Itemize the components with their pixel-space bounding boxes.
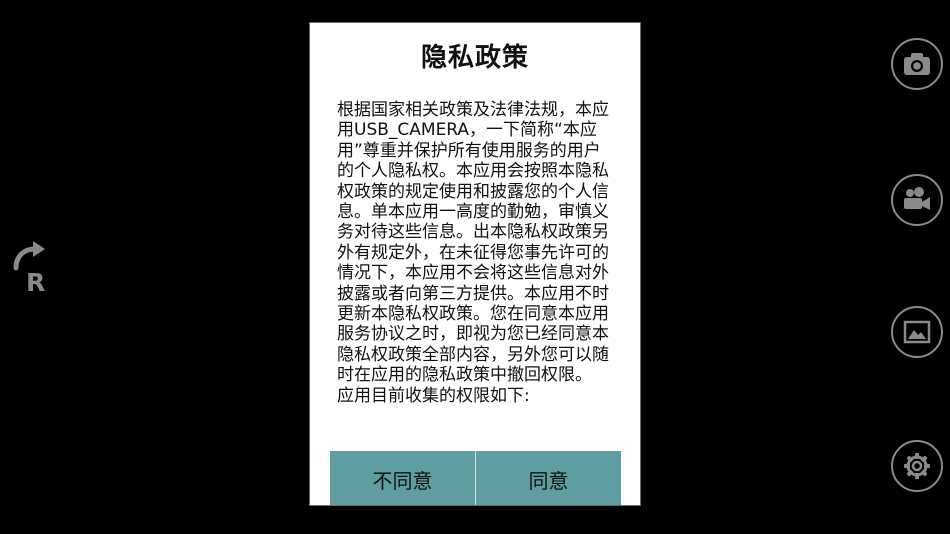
rotate-icon: R xyxy=(13,241,45,296)
camera-icon xyxy=(904,53,930,75)
rotate-letter: R xyxy=(26,268,45,296)
settings-button[interactable] xyxy=(891,440,943,492)
rotate-button[interactable]: R xyxy=(6,240,54,296)
gallery-button[interactable] xyxy=(891,306,943,358)
privacy-policy-dialog: 隐私政策 根据国家相关政策及法律法规，本应用USB_CAMERA，一下简称“本应… xyxy=(309,22,641,506)
dialog-buttons: 不同意 同意 xyxy=(330,451,621,505)
policy-text: 根据国家相关政策及法律法规，本应用USB_CAMERA，一下简称“本应用”尊重并… xyxy=(337,100,609,406)
gallery-icon xyxy=(903,320,931,344)
right-toolbar xyxy=(891,38,945,498)
video-camera-icon xyxy=(904,187,930,210)
record-video-button[interactable] xyxy=(891,174,943,226)
settings-icon xyxy=(904,453,930,479)
agree-button[interactable]: 同意 xyxy=(476,451,621,505)
take-photo-button[interactable] xyxy=(891,38,943,90)
policy-text-scroll[interactable]: 根据国家相关政策及法律法规，本应用USB_CAMERA，一下简称“本应用”尊重并… xyxy=(337,100,609,446)
disagree-button[interactable]: 不同意 xyxy=(330,451,476,505)
dialog-title: 隐私政策 xyxy=(420,43,529,73)
